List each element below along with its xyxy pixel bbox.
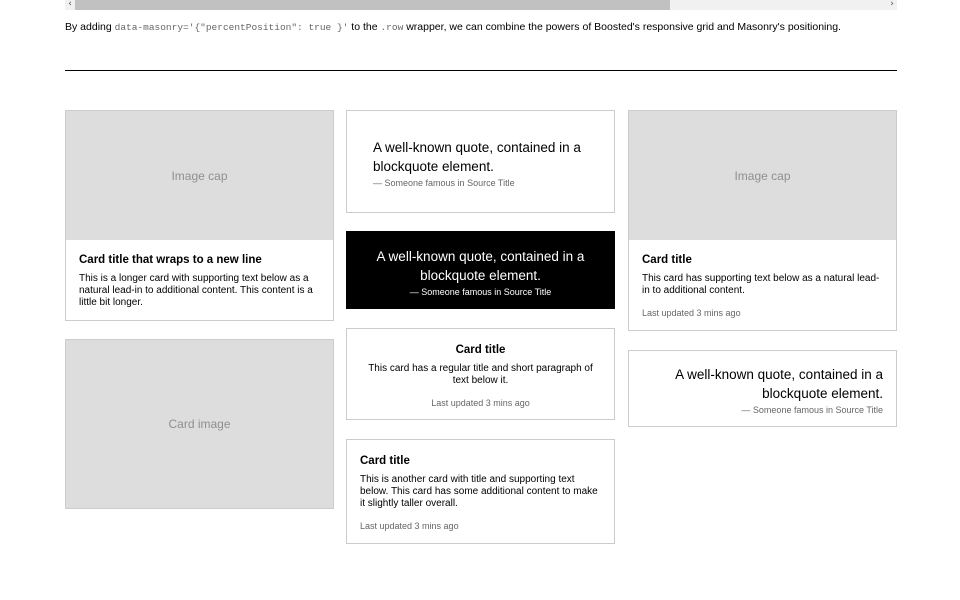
- card-text: This card has supporting text below as a…: [642, 273, 880, 296]
- footer-source: Someone famous in Source Title: [752, 405, 883, 415]
- card-updated-time: Last updated 3 mins ago: [642, 308, 741, 318]
- card-updated-time: Last updated 3 mins ago: [431, 398, 530, 408]
- intro-text-before: By adding: [65, 21, 115, 33]
- page: ‹ › By adding data-masonry='{"percentPos…: [0, 0, 960, 600]
- scroll-left-arrow-icon[interactable]: ‹: [65, 0, 75, 9]
- card-text: This is a longer card with supporting te…: [79, 273, 313, 308]
- card-title: Card title: [455, 344, 506, 356]
- blockquote: A well-known quote, contained in a block…: [376, 249, 585, 283]
- card-blockquote: A well-known quote, contained in a block…: [346, 110, 615, 213]
- footer-source: Someone famous in Source Title: [421, 287, 552, 297]
- card-blockquote-right: A well-known quote, contained in a block…: [628, 350, 897, 427]
- image-cap-label: Image cap: [171, 168, 228, 183]
- section-divider: [65, 70, 897, 71]
- footer-dash: —: [409, 287, 419, 297]
- intro-paragraph: By adding data-masonry='{"percentPositio…: [65, 20, 897, 35]
- code-row-class: .row: [380, 22, 404, 33]
- card-centered: Card title This card has a regular title…: [346, 328, 615, 420]
- card-image-only: Card image: [65, 339, 334, 509]
- card-text-tall: Card title This is another card with tit…: [346, 439, 615, 544]
- card-image-cap-updated: Image cap Card title This card has suppo…: [628, 110, 897, 331]
- intro-text-after: wrapper, we can combine the powers of Bo…: [403, 21, 841, 33]
- card-body: Card title This card has supporting text…: [629, 240, 896, 327]
- card-image: Card image: [66, 340, 333, 508]
- card-title: Card title: [360, 455, 410, 467]
- scrollbar-thumb[interactable]: [75, 0, 670, 10]
- card-body: Card title that wraps to a new line This…: [66, 240, 333, 317]
- card-image-cap: Image cap: [629, 111, 896, 240]
- card-text: This card has a regular title and short …: [368, 363, 593, 386]
- card-text: This is another card with title and supp…: [360, 474, 598, 509]
- card-image-cap: Image cap: [66, 111, 333, 240]
- image-cap-label: Image cap: [734, 168, 791, 183]
- card-updated-time: Last updated 3 mins ago: [360, 521, 459, 531]
- blockquote: A well-known quote, contained in a block…: [373, 140, 581, 174]
- scroll-right-arrow-icon[interactable]: ›: [887, 0, 897, 9]
- intro-text-middle: to the: [348, 21, 381, 33]
- card-title: Card title that wraps to a new line: [79, 254, 262, 266]
- card-body: Card title This is another card with tit…: [347, 440, 614, 540]
- horizontal-scrollbar[interactable]: ‹ ›: [65, 0, 897, 10]
- blockquote-footer: — Someone famous in Source Title: [367, 286, 594, 298]
- footer-dash: —: [373, 178, 382, 188]
- blockquote-footer: — Someone famous in Source Title: [642, 404, 883, 416]
- footer-dash: —: [741, 405, 751, 415]
- card-image-cap-long: Image cap Card title that wraps to a new…: [65, 110, 334, 321]
- card-image-label: Card image: [168, 417, 231, 431]
- code-data-masonry: data-masonry='{"percentPosition": true }…: [114, 22, 349, 33]
- card-blockquote-inverse: A well-known quote, contained in a block…: [346, 231, 615, 309]
- footer-source: Someone famous in Source Title: [384, 178, 515, 188]
- card-title: Card title: [642, 254, 692, 266]
- blockquote: A well-known quote, contained in a block…: [675, 367, 883, 401]
- blockquote-footer: — Someone famous in Source Title: [373, 177, 588, 189]
